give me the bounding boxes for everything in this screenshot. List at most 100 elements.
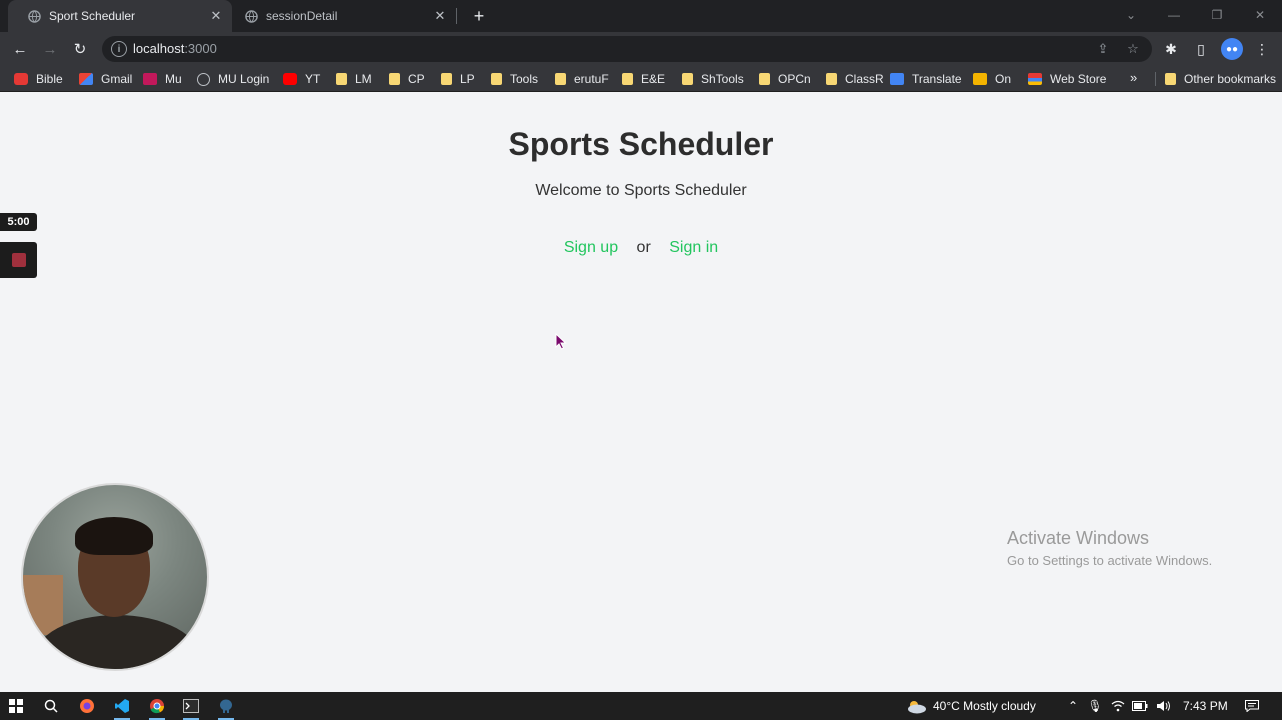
weather-text[interactable]: 40°C Mostly cloudy bbox=[933, 699, 1036, 713]
other-bookmarks-folder[interactable]: Other bookmarks bbox=[1165, 70, 1276, 88]
bookmark-label: Translate bbox=[912, 72, 962, 86]
stop-icon bbox=[11, 253, 26, 267]
site-info-icon[interactable]: i bbox=[111, 41, 127, 57]
firefox-icon[interactable] bbox=[76, 696, 98, 716]
url-port: :3000 bbox=[184, 41, 217, 56]
side-panel-icon[interactable]: ▯ bbox=[1191, 39, 1211, 59]
weather-cloud-icon[interactable] bbox=[904, 698, 928, 714]
bookmark-tools[interactable]: Tools bbox=[491, 70, 538, 88]
globe-icon bbox=[27, 9, 41, 23]
folder-icon bbox=[759, 73, 770, 85]
tab-search-chevron-icon[interactable]: ⌄ bbox=[1121, 6, 1141, 24]
bookmark-label: MU Login bbox=[218, 72, 270, 86]
other-bookmarks-label: Other bookmarks bbox=[1184, 72, 1277, 86]
bookmark-erutuf[interactable]: erutuF bbox=[555, 70, 609, 88]
bookmark-label: OPCn bbox=[778, 72, 811, 86]
webcam-overlay bbox=[21, 483, 209, 671]
address-bar[interactable]: i localhost:3000 ⇪ ☆ bbox=[102, 36, 1152, 62]
wifi-icon[interactable] bbox=[1110, 698, 1126, 714]
signup-link[interactable]: Sign up bbox=[564, 239, 618, 256]
tab-sport-scheduler[interactable]: Sport Scheduler ✕ bbox=[8, 0, 232, 32]
bookmark-lm[interactable]: LM bbox=[336, 70, 372, 88]
auth-links: Sign up or Sign in bbox=[0, 239, 1282, 257]
bookmark-label: E&E bbox=[641, 72, 666, 86]
forward-arrow-icon[interactable]: → bbox=[38, 37, 62, 61]
bookmark-lp[interactable]: LP bbox=[441, 70, 475, 88]
menu-kebab-icon[interactable]: ⋮ bbox=[1252, 39, 1272, 59]
new-tab-plus-icon[interactable]: + bbox=[468, 5, 490, 27]
close-tab-icon[interactable]: ✕ bbox=[208, 8, 224, 24]
bookmark-mu-login[interactable]: MU Login bbox=[197, 70, 269, 88]
restore-icon[interactable]: ❐ bbox=[1207, 6, 1227, 24]
bookmark-label: ClassR bbox=[845, 72, 884, 86]
stop-recording-button[interactable] bbox=[0, 242, 37, 278]
bookmark-star-icon[interactable]: ☆ bbox=[1124, 40, 1142, 58]
bookmark-e-e[interactable]: E&E bbox=[622, 70, 665, 88]
microphone-icon[interactable]: 🎙 bbox=[1087, 698, 1103, 714]
bookmark-label: Web Store bbox=[1050, 72, 1107, 86]
bookmark-label: CP bbox=[408, 72, 425, 86]
bookmark-favicon-icon bbox=[283, 73, 297, 85]
vscode-icon[interactable] bbox=[111, 696, 133, 720]
folder-icon bbox=[389, 73, 400, 85]
bookmark-label: Bible bbox=[36, 72, 63, 86]
extensions-puzzle-icon[interactable]: ✱ bbox=[1161, 39, 1181, 59]
chrome-icon[interactable] bbox=[146, 696, 168, 720]
windows-start-icon[interactable] bbox=[5, 696, 27, 716]
page-title: Sports Scheduler bbox=[508, 126, 774, 162]
bookmark-label: On bbox=[995, 72, 1012, 86]
notifications-icon[interactable] bbox=[1243, 698, 1261, 714]
bookmark-bible[interactable]: Bible bbox=[14, 70, 63, 88]
back-arrow-icon[interactable]: ← bbox=[8, 37, 32, 61]
battery-icon[interactable] bbox=[1132, 698, 1148, 714]
bookmark-favicon-icon bbox=[197, 72, 210, 86]
activate-windows-watermark: Activate Windows Go to Settings to activ… bbox=[1007, 528, 1212, 568]
folder-icon bbox=[682, 73, 693, 85]
bookmark-gmail[interactable]: Gmail bbox=[79, 70, 132, 88]
bookmark-label: ShTools bbox=[701, 72, 744, 86]
signin-link[interactable]: Sign in bbox=[669, 239, 718, 256]
bookmark-mu[interactable]: Mu bbox=[143, 70, 182, 88]
bookmark-yt[interactable]: YT bbox=[283, 70, 320, 88]
share-icon[interactable]: ⇪ bbox=[1094, 40, 1112, 58]
url-host: localhost bbox=[133, 41, 185, 56]
close-window-icon[interactable]: ✕ bbox=[1250, 6, 1270, 24]
webcam-background bbox=[23, 575, 63, 635]
folder-icon bbox=[336, 73, 347, 85]
folder-icon bbox=[1165, 73, 1176, 85]
watermark-line1: Activate Windows bbox=[1007, 528, 1150, 548]
bookmark-translate[interactable]: Translate bbox=[890, 70, 962, 88]
watermark-line2: Go to Settings to activate Windows. bbox=[1007, 553, 1213, 568]
recording-timer: 5:00 bbox=[0, 213, 37, 231]
bookmark-opcn[interactable]: OPCn bbox=[759, 70, 811, 88]
volume-icon[interactable] bbox=[1155, 698, 1171, 714]
close-tab-icon[interactable]: ✕ bbox=[432, 8, 448, 24]
terminal-icon[interactable] bbox=[180, 696, 202, 720]
more-bookmarks-chevron-icon[interactable]: » bbox=[1130, 70, 1137, 85]
bookmark-on[interactable]: On bbox=[973, 70, 1011, 88]
address-url[interactable]: localhost:3000 bbox=[133, 41, 217, 56]
minimize-icon[interactable]: — bbox=[1164, 6, 1184, 24]
tab-separator bbox=[456, 8, 457, 24]
bookmark-classr[interactable]: ClassR bbox=[826, 70, 884, 88]
tab-session-detail[interactable]: sessionDetail ✕ bbox=[232, 0, 457, 32]
bookmark-cp[interactable]: CP bbox=[389, 70, 425, 88]
bookmark-label: Gmail bbox=[101, 72, 133, 86]
search-icon[interactable] bbox=[40, 696, 62, 716]
mouse-cursor-icon bbox=[555, 332, 567, 355]
reload-icon[interactable]: ↻ bbox=[68, 37, 92, 61]
bookmark-favicon-icon bbox=[79, 73, 93, 85]
bookmark-web-store[interactable]: Web Store bbox=[1028, 70, 1106, 88]
folder-icon bbox=[491, 73, 502, 85]
postgres-elephant-icon[interactable] bbox=[215, 696, 237, 720]
globe-icon bbox=[244, 9, 258, 23]
bookmarks-bar: » Other bookmarks Bible Gmail Mu MU Login YT… bbox=[0, 66, 1282, 92]
or-text: or bbox=[636, 239, 651, 256]
show-hidden-icons-chevron-icon[interactable]: ⌃ bbox=[1065, 698, 1081, 714]
bookmark-label: erutuF bbox=[574, 72, 609, 86]
bookmark-shtools[interactable]: ShTools bbox=[682, 70, 744, 88]
folder-icon bbox=[441, 73, 452, 85]
profile-avatar-icon[interactable]: ●● bbox=[1221, 38, 1243, 60]
clock-time[interactable]: 7:43 PM bbox=[1183, 699, 1228, 713]
bookmark-favicon-icon bbox=[143, 73, 157, 85]
